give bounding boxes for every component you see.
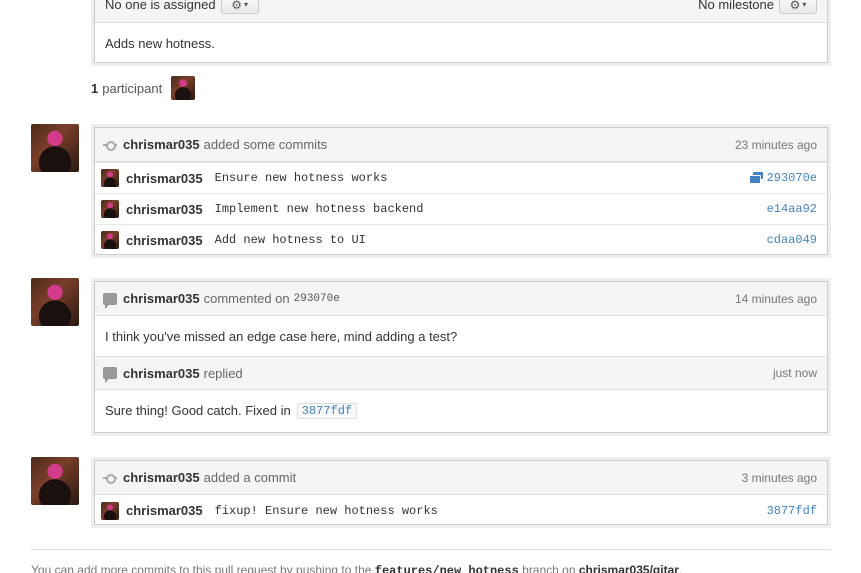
event-header: chrismar035 added some commits 23 minute… xyxy=(95,128,827,162)
comment-time[interactable]: 14 minutes ago xyxy=(735,292,817,306)
commit-row: chrismar035 Ensure new hotness works 293… xyxy=(95,162,827,193)
event-time[interactable]: 3 minutes ago xyxy=(742,471,817,485)
chevron-down-icon: ▾ xyxy=(802,0,807,9)
commit-sha[interactable]: 293070e xyxy=(767,171,817,185)
commit-row: chrismar035 fixup! Ensure new hotness wo… xyxy=(95,495,827,526)
footer-prefix: You can add more commits to this pull re… xyxy=(31,563,372,573)
commit-event-box: chrismar035 added a commit 3 minutes ago… xyxy=(94,460,828,525)
commit-row: chrismar035 Implement new hotness backen… xyxy=(95,193,827,224)
commits-event-box: chrismar035 added some commits 23 minute… xyxy=(94,127,828,255)
commit-sha[interactable]: e14aa92 xyxy=(767,202,817,216)
comment-text: I think you've missed an edge case here,… xyxy=(105,328,458,344)
footer-middle: branch on xyxy=(522,563,576,573)
pull-request-description-box: No one is assigned ⚙ ▾ No milestone ⚙ ▾ Ad… xyxy=(94,0,828,63)
commit-sha[interactable]: cdaa049 xyxy=(767,233,817,247)
event-action: added some commits xyxy=(203,137,328,152)
participant-count: 1 xyxy=(91,80,99,96)
description-text: Adds new hotness. xyxy=(105,35,215,51)
description-body: Adds new hotness. xyxy=(95,23,827,63)
comment-icon xyxy=(103,292,117,309)
comment-icon xyxy=(103,367,117,383)
event-author[interactable]: chrismar035 xyxy=(123,470,200,485)
commit-author[interactable]: chrismar035 xyxy=(126,171,203,186)
commit-message[interactable]: fixup! Ensure new hotness works xyxy=(215,504,438,518)
event-author[interactable]: chrismar035 xyxy=(123,137,200,152)
comment-action: commented on xyxy=(203,291,290,306)
avatar[interactable] xyxy=(101,501,119,520)
avatar[interactable] xyxy=(31,278,79,326)
assignee-gear-button[interactable]: ⚙ ▾ xyxy=(220,0,259,14)
footer-branch: features/new_hotness xyxy=(374,564,519,573)
milestone-text: No milestone xyxy=(698,0,774,12)
comment-author[interactable]: chrismar035 xyxy=(123,291,200,306)
commit-sha[interactable]: 3877fdf xyxy=(767,504,817,518)
event-action: added a commit xyxy=(203,470,297,485)
assignee-text: No one is assigned xyxy=(105,0,216,12)
reply-header: chrismar035 replied just now xyxy=(95,356,827,390)
divider xyxy=(31,549,831,550)
reply-author[interactable]: chrismar035 xyxy=(123,366,200,381)
participant-avatar[interactable] xyxy=(171,76,196,100)
avatar[interactable] xyxy=(31,457,79,505)
assignee-milestone-bar: No one is assigned ⚙ ▾ No milestone ⚙ ▾ xyxy=(95,0,827,23)
footer-repo[interactable]: chrismar035/gitar xyxy=(579,563,679,573)
chevron-down-icon: ▾ xyxy=(243,0,248,9)
footer-suffix: . xyxy=(678,563,683,573)
reply-text: Sure thing! Good catch. Fixed in xyxy=(105,403,291,418)
avatar[interactable] xyxy=(101,231,119,249)
gear-icon: ⚙ xyxy=(789,0,801,12)
reply-time[interactable]: just now xyxy=(773,366,817,380)
avatar[interactable] xyxy=(101,200,119,218)
comment-target-sha[interactable]: 293070e xyxy=(294,293,340,305)
event-header: chrismar035 added a commit 3 minutes ago xyxy=(95,461,827,495)
commit-author[interactable]: chrismar035 xyxy=(126,503,203,518)
participants-bar: 1 participant xyxy=(91,76,196,100)
comment-body: I think you've missed an edge case here,… xyxy=(95,316,827,356)
commit-message[interactable]: Add new hotness to UI xyxy=(215,233,366,247)
comments-icon[interactable] xyxy=(748,172,763,184)
reply-sha-link[interactable]: 3877fdf xyxy=(296,402,358,419)
commit-author[interactable]: chrismar035 xyxy=(126,202,203,217)
comment-header: chrismar035 commented on 293070e 14 minu… xyxy=(95,282,827,316)
commit-row: chrismar035 Add new hotness to UI cdaa04… xyxy=(95,224,827,255)
commit-message[interactable]: Implement new hotness backend xyxy=(215,202,424,216)
reply-body: Sure thing! Good catch. Fixed in 3877fdf xyxy=(95,390,827,431)
event-time[interactable]: 23 minutes ago xyxy=(735,138,817,152)
comment-event-box: chrismar035 commented on 293070e 14 minu… xyxy=(94,281,828,433)
reply-action: replied xyxy=(203,365,243,381)
milestone-gear-button[interactable]: ⚙ ▾ xyxy=(779,0,817,14)
footer-note: You can add more commits to this pull re… xyxy=(31,563,682,573)
avatar[interactable] xyxy=(31,124,79,172)
commit-icon xyxy=(103,473,117,484)
commit-author[interactable]: chrismar035 xyxy=(126,233,203,248)
participant-label: participant xyxy=(102,80,163,96)
commit-icon xyxy=(103,140,117,151)
gear-icon: ⚙ xyxy=(231,0,242,12)
commit-message[interactable]: Ensure new hotness works xyxy=(215,171,388,185)
avatar[interactable] xyxy=(101,169,119,187)
